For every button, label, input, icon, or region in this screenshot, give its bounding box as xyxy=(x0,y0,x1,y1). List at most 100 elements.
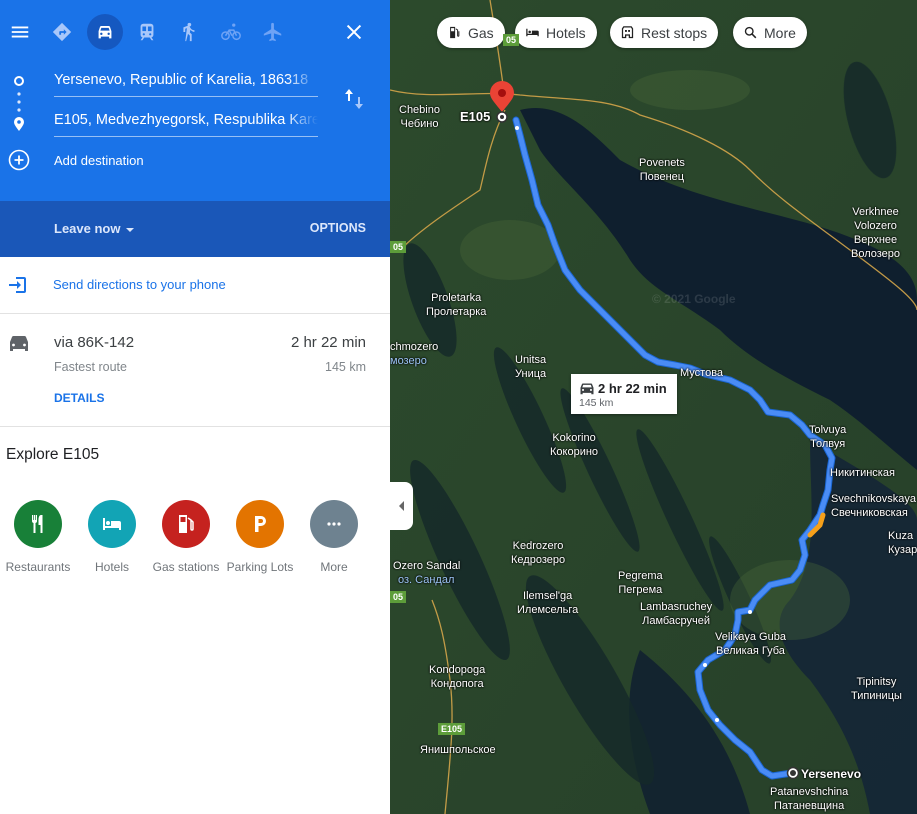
close-button[interactable] xyxy=(336,14,372,50)
route-via: via 86K-142 xyxy=(54,334,135,351)
explore-more[interactable]: More xyxy=(297,500,371,574)
gas-pump-icon xyxy=(179,515,194,533)
place-label: Povenets Повенец xyxy=(639,157,685,183)
bicycle-icon xyxy=(221,23,241,41)
walk-icon xyxy=(183,22,195,42)
parking-icon xyxy=(255,516,266,532)
collapse-panel-button[interactable] xyxy=(390,482,413,530)
car-icon xyxy=(98,26,112,39)
mode-transit[interactable] xyxy=(129,14,165,50)
leave-now-dropdown[interactable]: Leave now xyxy=(54,221,120,236)
callout-distance: 145 km xyxy=(579,397,614,409)
mode-flights[interactable] xyxy=(255,14,291,50)
chip-label: Rest stops xyxy=(641,24,708,41)
road-shield: 05 xyxy=(390,241,407,253)
chip-more[interactable]: More xyxy=(733,17,807,48)
place-label: Velikaya Guba Великая Губа xyxy=(715,631,786,657)
route-duration: 2 hr 22 min xyxy=(290,334,366,351)
place-label: Pegrema Пегрема xyxy=(618,570,663,596)
category-label: Parking Lots xyxy=(226,560,294,574)
bed-icon xyxy=(103,518,121,530)
place-label: Kedrozero Кедрозеро xyxy=(511,540,566,566)
directions-header: Yersenevo, Republic of Karelia, 186318 E… xyxy=(0,0,390,201)
place-label: Никитинская xyxy=(830,467,895,479)
search-icon xyxy=(744,26,757,39)
gas-pump-icon xyxy=(450,26,460,39)
hamburger-menu-icon xyxy=(11,26,29,38)
explore-gas-stations[interactable]: Gas stations xyxy=(149,500,223,574)
route-option[interactable]: via 86K-142 2 hr 22 min Fastest route 14… xyxy=(0,314,390,427)
explore-restaurants[interactable]: Restaurants xyxy=(1,500,75,574)
category-label: Gas stations xyxy=(152,560,220,574)
road-shield: E105 xyxy=(438,723,466,735)
chip-label: Gas xyxy=(468,24,494,41)
road-shield: 05 xyxy=(503,34,520,46)
road-shield: 05 xyxy=(390,591,407,603)
chip-label: More xyxy=(764,24,796,41)
place-label: Ilemsel'ga Илемсельга xyxy=(517,590,579,616)
destination-label: E105 xyxy=(460,109,491,124)
fork-knife-icon xyxy=(31,515,43,533)
rest-stop-icon xyxy=(621,26,634,39)
car-icon xyxy=(10,336,28,351)
destination-input[interactable]: E105, Medvezhyegorsk, Respublika Karelia xyxy=(54,108,318,137)
directions-diamond-icon xyxy=(52,22,72,42)
origin-label: Yersenevo xyxy=(801,767,862,781)
place-label: Lambasruchey Ламбасручей xyxy=(640,601,713,627)
map-canvas[interactable]: Gas Hotels Rest stops More 05 05 05 E105… xyxy=(390,0,917,814)
category-label: More xyxy=(320,560,348,574)
place-label: Tolvuya Толвуя xyxy=(809,424,847,450)
send-to-phone-row[interactable]: Send directions to your phone xyxy=(0,257,390,314)
place-label: Ozero Sandal оз. Сандал xyxy=(393,560,461,586)
place-label: Tipinitsy Типиницы xyxy=(851,676,902,702)
place-label: Kuza Кузар xyxy=(888,530,917,556)
origin-marker-icon xyxy=(786,766,800,780)
chip-gas[interactable]: Gas xyxy=(437,17,505,48)
chip-hotels[interactable]: Hotels xyxy=(515,17,597,48)
menu-button[interactable] xyxy=(2,14,38,50)
mode-best-route[interactable] xyxy=(44,14,80,50)
chevron-down-icon xyxy=(126,228,134,232)
directions-panel: Yersenevo, Republic of Karelia, 186318 E… xyxy=(0,0,390,814)
close-icon xyxy=(346,24,362,40)
origin-input[interactable]: Yersenevo, Republic of Karelia, 186318 xyxy=(54,68,318,97)
route-connector-icon xyxy=(14,76,24,131)
place-label: Svechnikovskaya Свечниковская xyxy=(831,493,916,519)
mode-cycling[interactable] xyxy=(213,14,249,50)
map-copyright: © 2021 Google xyxy=(652,292,736,306)
mode-driving[interactable] xyxy=(87,14,123,50)
travel-mode-bar xyxy=(0,0,390,66)
place-label: Chebino Чебино xyxy=(399,104,440,130)
swap-locations-icon[interactable] xyxy=(342,87,366,111)
options-button[interactable]: OPTIONS xyxy=(310,221,366,235)
mode-walking[interactable] xyxy=(170,14,206,50)
place-label: chmozero мозеро xyxy=(390,341,439,367)
send-to-phone-link[interactable]: Send directions to your phone xyxy=(53,277,226,292)
explore-hotels[interactable]: Hotels xyxy=(75,500,149,574)
route-distance: 145 km xyxy=(325,360,366,374)
place-label: Unitsa Уница xyxy=(515,354,547,380)
details-button[interactable]: DETAILS xyxy=(54,391,104,405)
more-dots-icon xyxy=(327,522,341,526)
place-label: Patanevshchina Патаневщина xyxy=(770,786,849,812)
train-icon xyxy=(140,23,154,41)
place-label: Proletarka Пролетарка xyxy=(426,292,487,318)
add-destination-button[interactable]: Add destination xyxy=(54,153,144,168)
send-to-phone-icon xyxy=(9,277,26,293)
category-label: Hotels xyxy=(94,560,129,574)
route-subtitle: Fastest route xyxy=(54,360,127,374)
category-label: Restaurants xyxy=(5,560,71,574)
route-info-callout[interactable]: 2 hr 22 min 145 km xyxy=(571,374,677,414)
callout-duration: 2 hr 22 min xyxy=(598,381,667,396)
car-icon xyxy=(580,383,594,395)
chevron-left-icon xyxy=(399,501,404,511)
chip-rest-stops[interactable]: Rest stops xyxy=(610,17,719,48)
chip-label: Hotels xyxy=(546,24,586,41)
explore-title: Explore E105 xyxy=(6,446,100,463)
add-destination-icon[interactable] xyxy=(8,149,30,171)
explore-parking-lots[interactable]: Parking Lots xyxy=(223,500,297,574)
bed-icon xyxy=(526,28,539,37)
plane-icon xyxy=(263,22,282,42)
place-label: Янишпольское xyxy=(420,744,496,756)
place-label: Verkhnee Volozero Верхнее Волозеро xyxy=(851,206,901,260)
